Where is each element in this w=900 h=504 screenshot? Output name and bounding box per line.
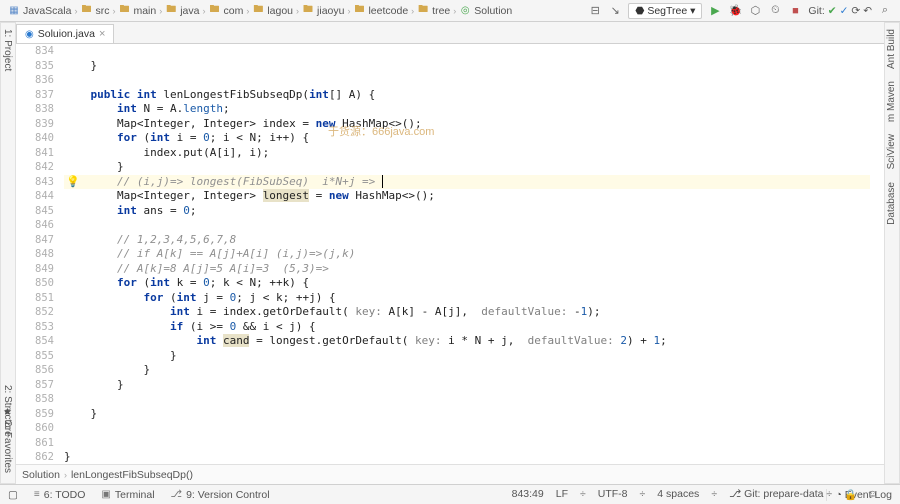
git-update-icon[interactable]: ✔	[828, 5, 837, 17]
run-icon[interactable]: ▶	[708, 4, 722, 18]
git-revert-icon[interactable]: ↶	[863, 5, 872, 17]
bottom-tool[interactable]: ≡6: TODO	[26, 489, 93, 501]
git-branch[interactable]: ⎇ Git: prepare-data ÷	[723, 488, 838, 500]
breadcrumb-item[interactable]: ▦JavaScala	[6, 5, 73, 17]
breadcrumb-item[interactable]: 🖿src	[78, 5, 111, 17]
editor-breadcrumb[interactable]: Solution›lenLongestFibSubseqDp()	[16, 464, 884, 484]
caret-position: 843:49	[506, 488, 550, 500]
tool-database[interactable]: Database	[885, 176, 898, 231]
breadcrumb-item[interactable]: 🖿main	[116, 5, 158, 17]
debug-icon[interactable]: 🐞	[728, 4, 742, 18]
git-commit-icon[interactable]: ✓	[840, 5, 849, 17]
breadcrumb-item[interactable]: ◎Solution	[457, 5, 514, 17]
java-file-icon: ◉	[25, 29, 34, 40]
hector-icon[interactable]: ☺	[863, 488, 882, 500]
intention-bulb-icon[interactable]: 💡	[66, 175, 80, 188]
bottom-tool[interactable]: ▣Terminal	[93, 489, 162, 501]
breadcrumb: ▦JavaScala›🖿src›🖿main›🖿java›🖿com›🖿lagou›…	[0, 5, 588, 17]
breadcrumb-item[interactable]: 🖿com	[206, 5, 245, 17]
breadcrumb-item[interactable]: 🖿lagou	[250, 5, 295, 17]
breadcrumb-item[interactable]: 🖿leetcode	[351, 5, 410, 17]
expand-icon[interactable]: ↘	[608, 4, 622, 18]
left-tool-rail: 1: Project 2: Structure ★ 2: Favorites	[0, 22, 16, 484]
bottom-tool[interactable]: ⎇9: Version Control	[163, 489, 278, 501]
tool-favorites[interactable]: ★ 2: Favorites	[1, 401, 14, 479]
indent[interactable]: 4 spaces	[651, 488, 705, 500]
right-tool-rail: Ant Build m Maven SciView Database	[884, 22, 900, 484]
breadcrumb-item[interactable]: 🖿tree	[415, 5, 452, 17]
close-tab-icon[interactable]: ×	[99, 28, 105, 40]
breadcrumb-item[interactable]: 🖿java	[163, 5, 201, 17]
tool-ant[interactable]: Ant Build	[885, 23, 898, 75]
line-gutter: 8348358368378388398408418428438448458468…	[16, 44, 64, 464]
git-history-icon[interactable]: ⟳	[851, 5, 860, 17]
profile-icon[interactable]: ⏲	[768, 4, 782, 18]
breadcrumb-item[interactable]: 🖿jiaoyu	[300, 5, 346, 17]
coverage-icon[interactable]: ⬡	[748, 4, 762, 18]
tool-maven[interactable]: m Maven	[885, 75, 898, 128]
git-toolbar: Git: ✔ ✓ ⟳ ↶	[808, 5, 872, 17]
line-sep[interactable]: LF	[550, 488, 574, 500]
code-editor[interactable]: 8348358368378388398408418428438448458468…	[16, 44, 884, 464]
editor-tab[interactable]: ◉ Soluion.java ×	[16, 24, 114, 43]
search-icon[interactable]: ⌕	[878, 4, 892, 18]
tool-indicator-icon[interactable]: ▢	[0, 489, 26, 501]
run-config-selector[interactable]: ⬣ SegTree ▾	[628, 3, 702, 19]
collapse-icon[interactable]: ⊟	[588, 4, 602, 18]
tool-project[interactable]: 1: Project	[1, 23, 14, 77]
tool-sciview[interactable]: SciView	[885, 128, 898, 175]
stop-icon[interactable]: ■	[788, 4, 802, 18]
lock-icon[interactable]: 🔒	[838, 488, 863, 501]
encoding[interactable]: UTF-8	[592, 488, 634, 500]
